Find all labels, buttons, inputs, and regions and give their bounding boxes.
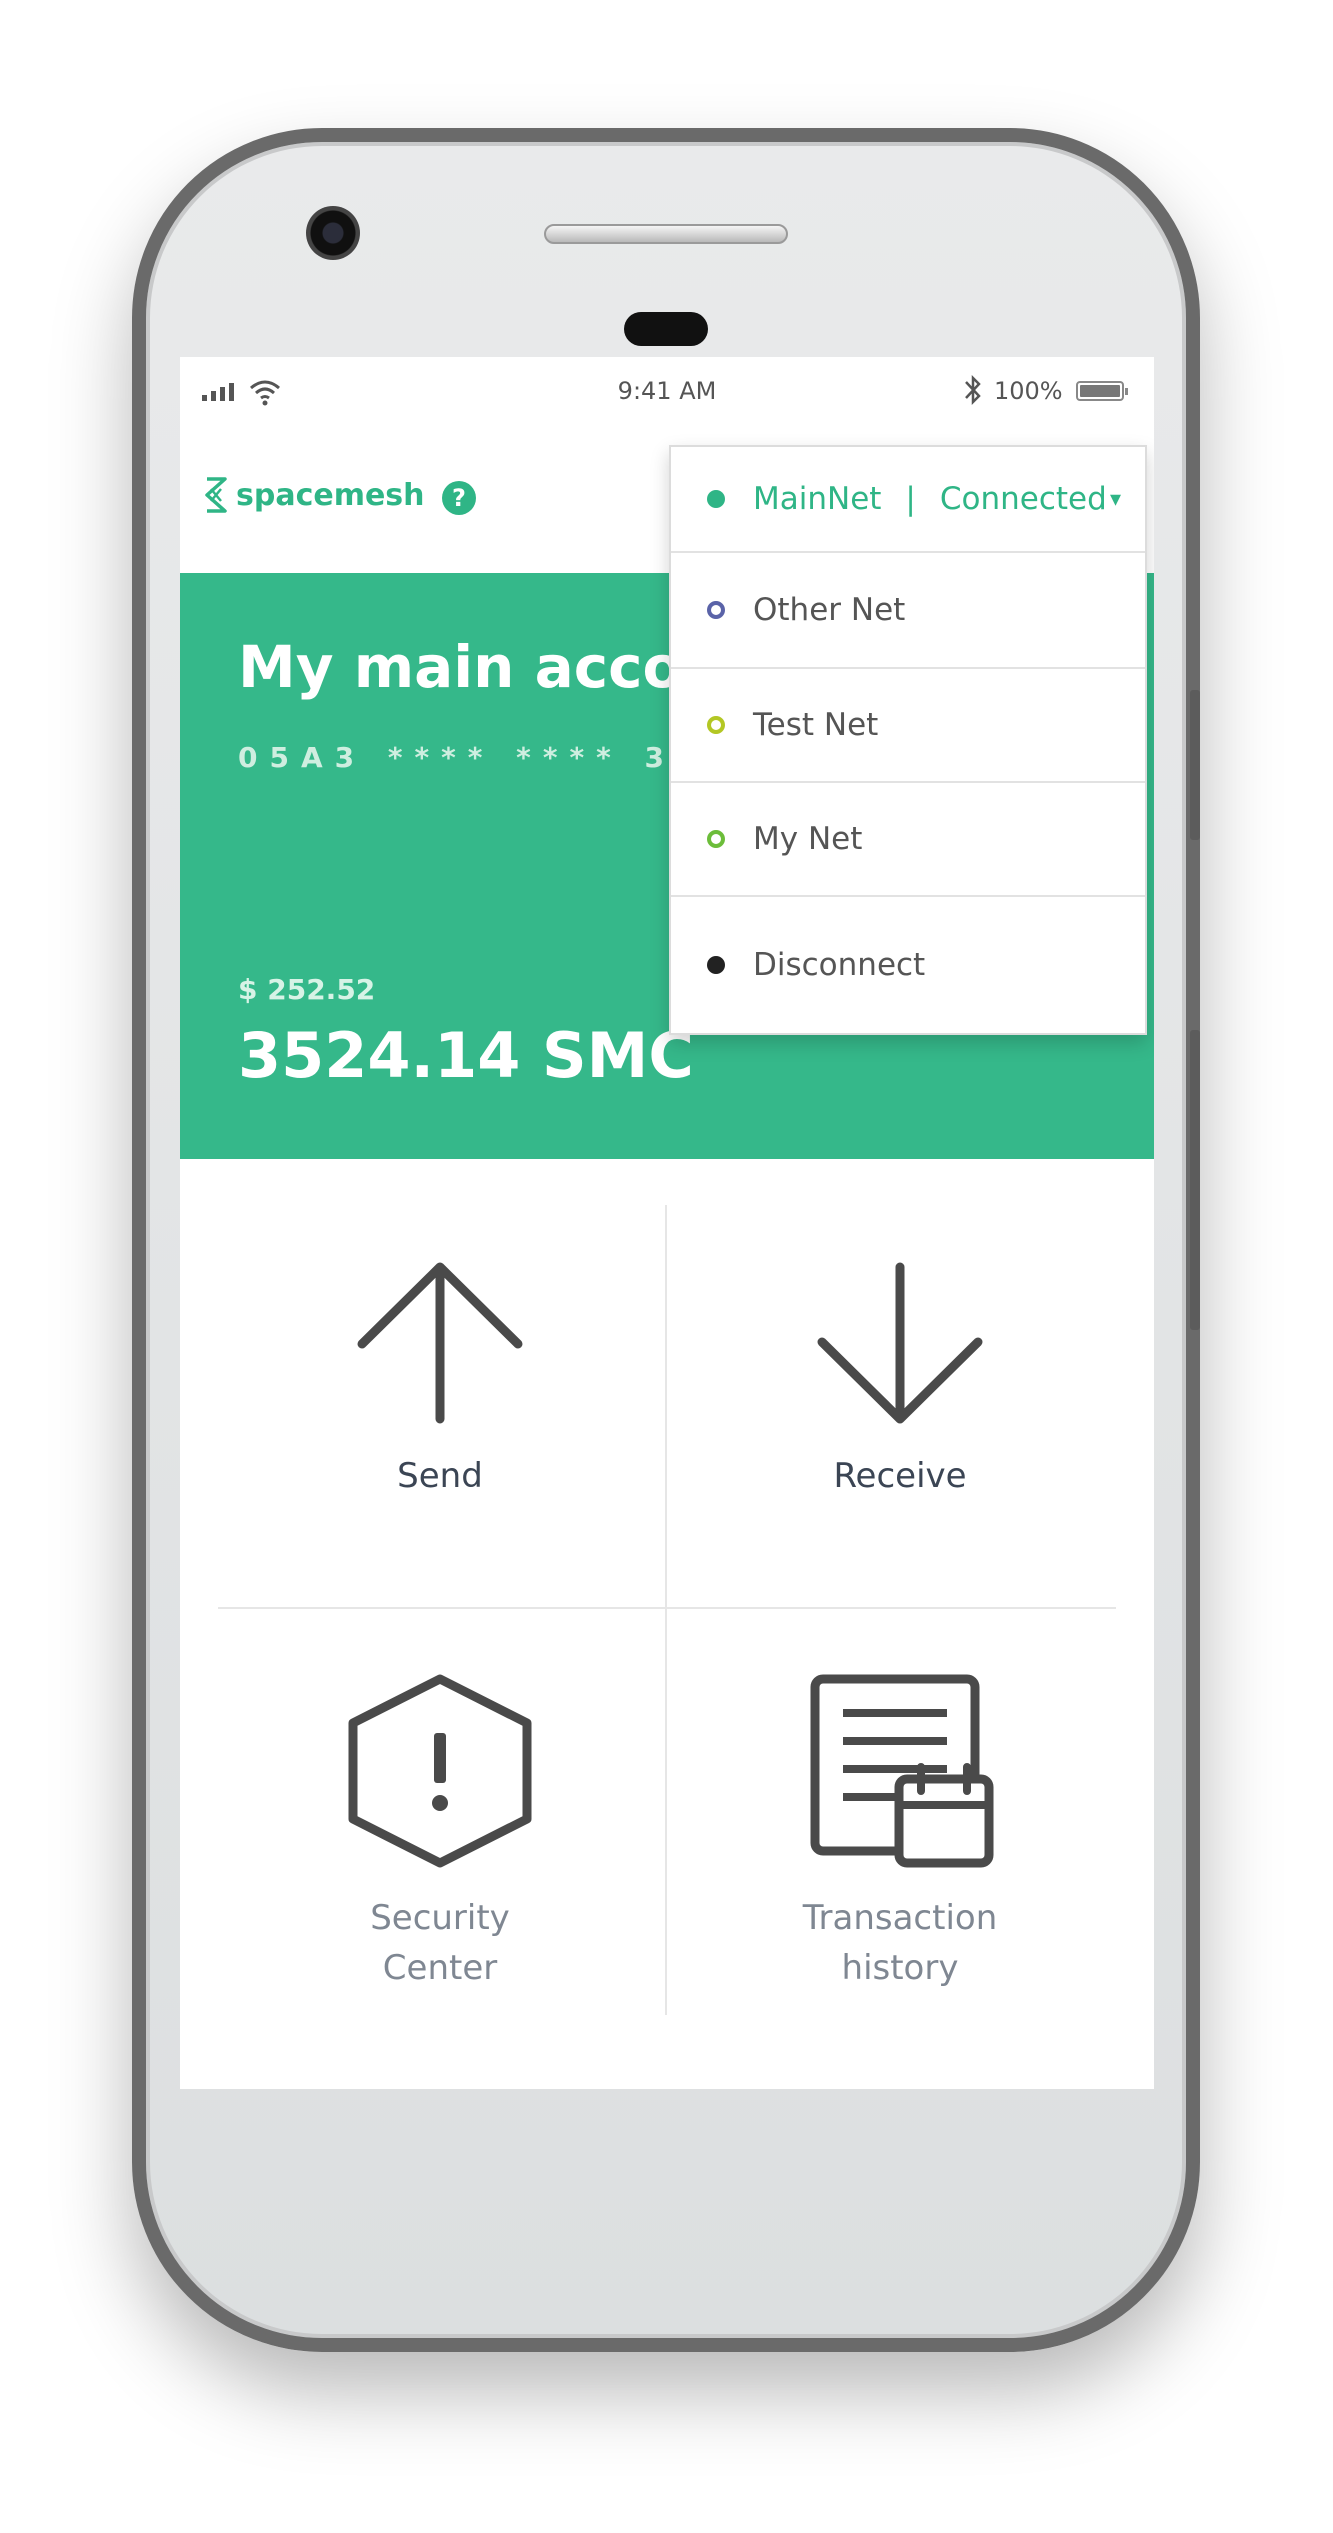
- receive-label: Receive: [833, 1456, 967, 1496]
- security-label-line2: Center: [382, 1948, 498, 1988]
- transaction-history-label: Transaction history: [700, 1893, 1100, 1993]
- phone-side-button-lower: [1190, 1030, 1200, 1330]
- battery-icon: [1076, 381, 1128, 401]
- network-option-label: Disconnect: [753, 947, 926, 983]
- network-option-my-net[interactable]: My Net: [671, 783, 1145, 897]
- account-usd-balance: $ 252.52: [238, 973, 376, 1006]
- network-option-label: Test Net: [753, 707, 879, 743]
- account-address: 05A3 **** **** 3a4: [238, 741, 739, 774]
- network-selected[interactable]: MainNet | Connected ▾: [671, 447, 1145, 553]
- actions-grid: Send Receive Security Center Transaction…: [180, 1159, 1154, 2089]
- logo-text: spacemesh: [236, 477, 425, 513]
- receive-button[interactable]: Receive: [700, 1259, 1100, 1501]
- network-status-dot: [707, 490, 725, 508]
- front-camera: [306, 206, 360, 260]
- my-net-dot: [707, 830, 725, 848]
- history-label-line1: Transaction: [802, 1898, 998, 1938]
- network-separator: |: [905, 481, 916, 517]
- earpiece-speaker: [544, 224, 788, 244]
- network-selected-name: MainNet: [753, 481, 882, 517]
- test-net-dot: [707, 716, 725, 734]
- security-center-label: Security Center: [240, 1893, 640, 1993]
- send-label: Send: [397, 1456, 483, 1496]
- grid-divider-vertical: [665, 1205, 667, 2015]
- other-net-dot: [707, 601, 725, 619]
- send-button[interactable]: Send: [240, 1259, 640, 1501]
- account-name: My main acco: [238, 633, 683, 701]
- history-label-line2: history: [841, 1948, 959, 1988]
- network-option-label: My Net: [753, 821, 863, 857]
- security-label-line1: Security: [370, 1898, 510, 1938]
- spacemesh-logo-icon: [205, 477, 227, 513]
- disconnect-dot: [707, 956, 725, 974]
- grid-divider-horizontal: [218, 1607, 1116, 1609]
- arrow-down-icon: [817, 1262, 983, 1424]
- proximity-sensor: [624, 312, 708, 346]
- help-icon[interactable]: ?: [442, 481, 476, 515]
- account-balance: 3524.14 SMC: [238, 1019, 694, 1092]
- network-option-label: Other Net: [753, 592, 906, 628]
- network-option-test-net[interactable]: Test Net: [671, 669, 1145, 783]
- network-option-disconnect[interactable]: Disconnect: [671, 897, 1145, 1033]
- document-calendar-icon: [810, 1674, 994, 1868]
- transaction-history-button[interactable]: Transaction history: [700, 1671, 1100, 1993]
- spacemesh-logo[interactable]: spacemesh: [202, 475, 425, 515]
- status-bar: 9:41 AM 100%: [180, 357, 1154, 427]
- chevron-down-icon: ▾: [1109, 486, 1121, 512]
- network-option-other-net[interactable]: Other Net: [671, 553, 1145, 669]
- bluetooth-icon: [965, 374, 981, 406]
- hexagon-alert-icon: [348, 1674, 532, 1868]
- arrow-up-icon: [357, 1262, 523, 1424]
- network-dropdown[interactable]: MainNet | Connected ▾ Other Net Test Net…: [669, 445, 1147, 1035]
- network-connection-status: Connected: [939, 481, 1107, 517]
- battery-percent: 100%: [994, 377, 1063, 405]
- app-screen: 9:41 AM 100% spacemesh ? My main acco 05…: [180, 357, 1154, 2089]
- phone-side-button-upper: [1190, 690, 1200, 840]
- security-center-button[interactable]: Security Center: [240, 1671, 640, 1993]
